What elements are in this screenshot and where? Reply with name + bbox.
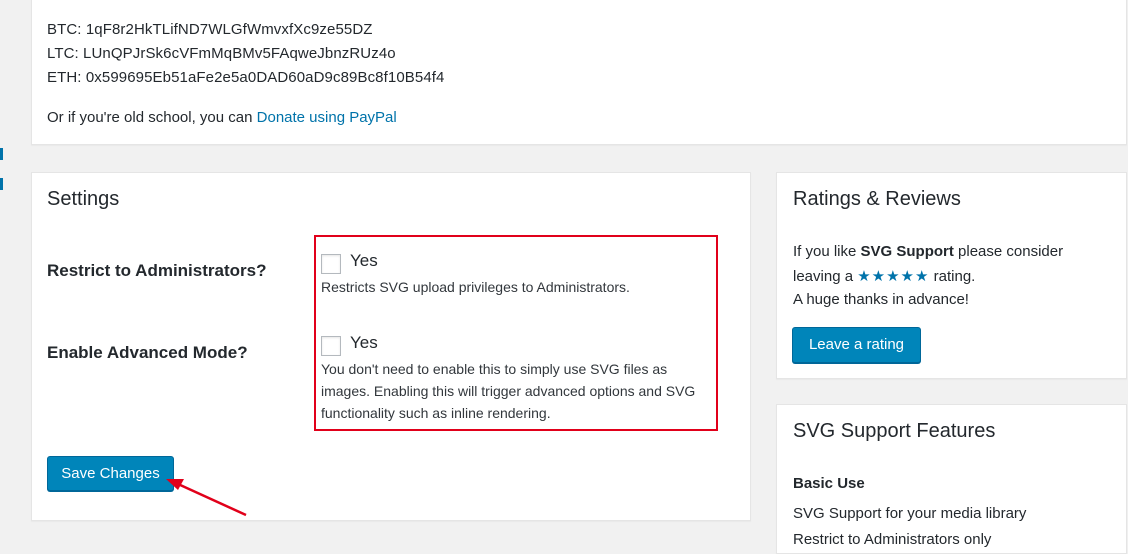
settings-box: Settings Restrict to Administrators? Ena… (31, 172, 751, 521)
ratings-line-2: leaving a ★★★★★ rating. (793, 267, 975, 285)
svg-features-box: SVG Support Features Basic Use SVG Suppo… (776, 404, 1127, 554)
old-school-line: Or if you're old school, you can Donate … (47, 109, 397, 126)
ratings-text: leaving a (793, 268, 858, 285)
ratings-reviews-box: Ratings & Reviews If you like SVG Suppor… (776, 172, 1127, 379)
sidebar-edge-marker (0, 178, 3, 190)
description-line: images. Enabling this will trigger advan… (321, 383, 696, 399)
donation-box: BTC: 1qF8r2HkTLifND7WLGfWmvxfXc9ze55DZ L… (31, 0, 1127, 145)
plugin-name: SVG Support (860, 243, 954, 260)
ratings-line-3: A huge thanks in advance! (793, 291, 969, 308)
ratings-title: Ratings & Reviews (793, 188, 961, 210)
five-stars-icon: ★★★★★ (857, 268, 930, 285)
restrict-admins-description: Restricts SVG upload privileges to Admin… (321, 279, 630, 295)
restrict-admins-checkbox[interactable] (321, 254, 341, 274)
basic-use-heading: Basic Use (793, 475, 865, 492)
ltc-address: LTC: LUnQPJrSk6cVFmMqBMv5FAqweJbnzRUz4o (47, 45, 396, 62)
leave-rating-button[interactable]: Leave a rating (792, 327, 921, 363)
old-school-text: Or if you're old school, you can (47, 109, 257, 126)
ratings-text: rating. (929, 268, 976, 285)
save-changes-button[interactable]: Save Changes (47, 456, 174, 491)
paypal-donate-link[interactable]: Donate using PayPal (257, 109, 397, 126)
btc-address: BTC: 1qF8r2HkTLifND7WLGfWmvxfXc9ze55DZ (47, 21, 373, 38)
restrict-admins-label: Restrict to Administrators? (47, 261, 267, 280)
ratings-line-1: If you like SVG Support please consider (793, 243, 1063, 260)
options-highlight-box: Yes Restricts SVG upload privileges to A… (314, 235, 718, 431)
settings-title: Settings (47, 188, 120, 210)
feature-item: SVG Support for your media library (793, 505, 1027, 522)
admin-sidebar-edge (0, 0, 6, 540)
advanced-mode-checkbox[interactable] (321, 336, 341, 356)
advanced-mode-yes-label[interactable]: Yes (350, 333, 378, 353)
advanced-mode-description: You don't need to enable this to simply … (321, 358, 695, 424)
description-line: You don't need to enable this to simply … (321, 361, 668, 377)
description-line: functionality such as inline rendering. (321, 405, 551, 421)
restrict-admins-yes-label[interactable]: Yes (350, 251, 378, 271)
ratings-text: If you like (793, 243, 861, 260)
eth-address: ETH: 0x599695Eb51aFe2e5a0DAD60aD9c89Bc8f… (47, 69, 445, 86)
sidebar-edge-marker (0, 148, 3, 160)
advanced-mode-label: Enable Advanced Mode? (47, 343, 248, 362)
features-title: SVG Support Features (793, 420, 996, 442)
ratings-text: please consider (953, 243, 1064, 260)
